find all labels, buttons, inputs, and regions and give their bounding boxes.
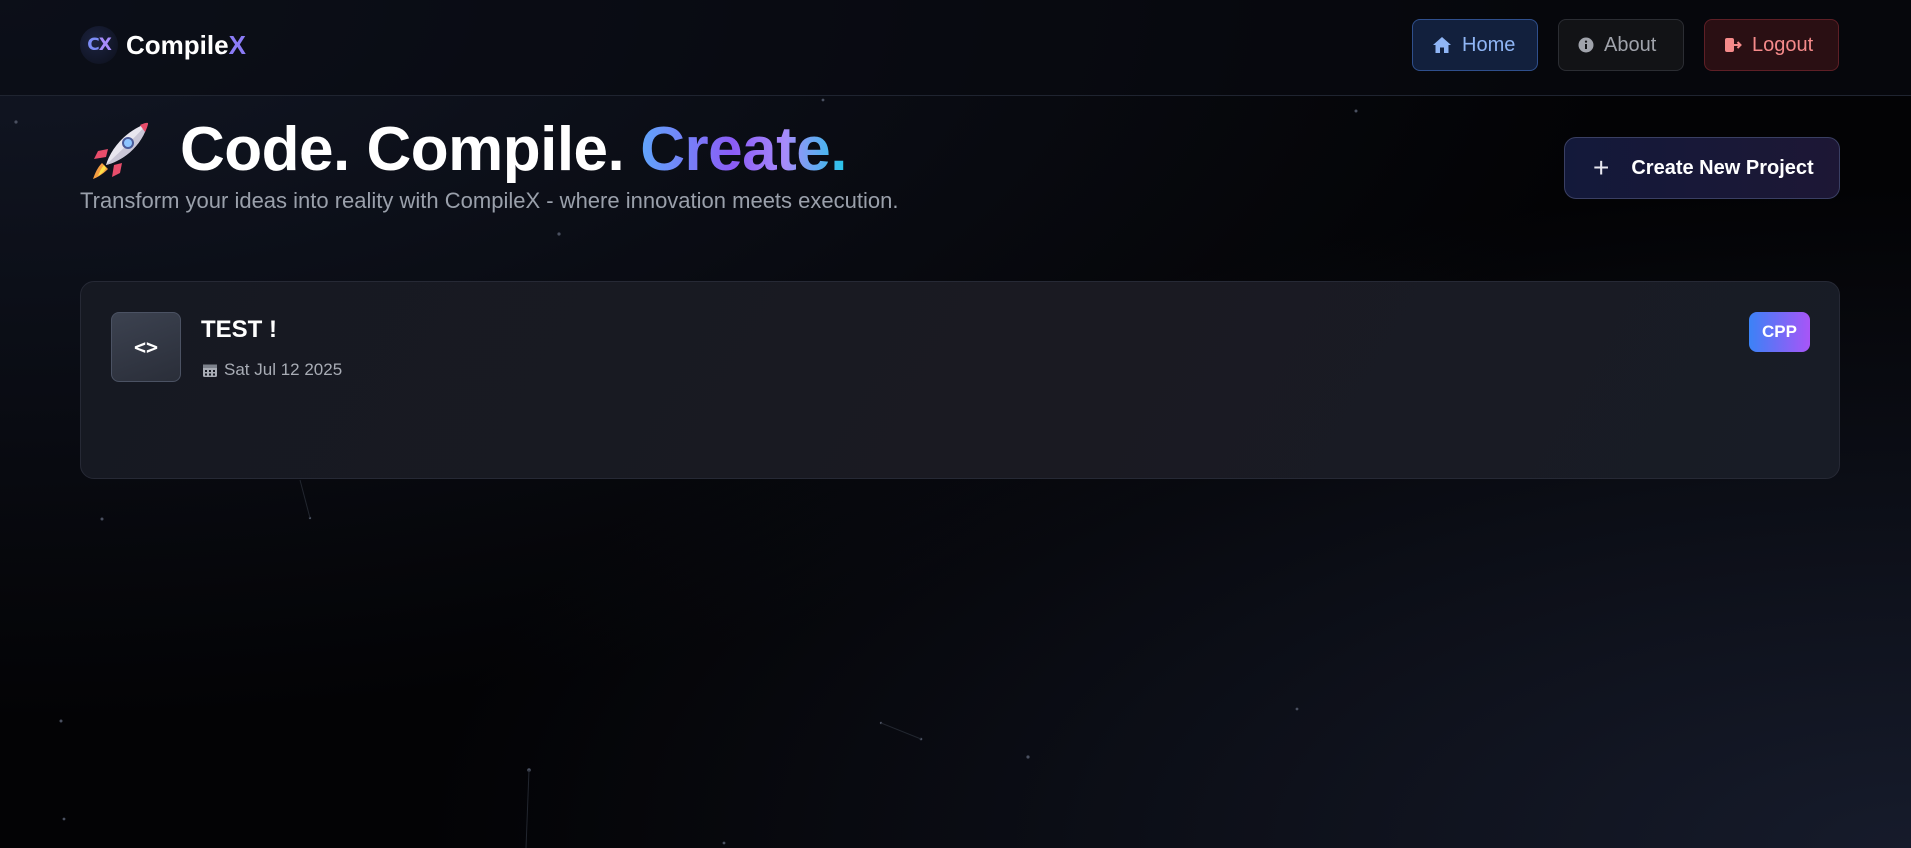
- project-date: Sat Jul 12 2025: [202, 360, 342, 380]
- nav-home-button[interactable]: Home: [1412, 19, 1538, 71]
- project-card[interactable]: <> TEST ! Sat Jul 12 2025 CPP: [80, 281, 1840, 479]
- logout-icon: [1725, 38, 1742, 52]
- hero-subtitle: Transform your ideas into reality with C…: [80, 188, 899, 213]
- nav-about-button[interactable]: About: [1558, 19, 1684, 71]
- plus-icon: +: [1593, 152, 1610, 183]
- project-date-text: Sat Jul 12 2025: [224, 360, 343, 379]
- rocket-icon: [93, 122, 148, 179]
- brand-name: CompileX: [126, 29, 246, 60]
- compilex-logo-icon: CX: [80, 26, 118, 64]
- brand-logo-link[interactable]: CX CompileX: [80, 26, 246, 64]
- main-nav: Home About Logout: [1412, 19, 1839, 71]
- hero-title-accent: Create.: [640, 115, 847, 184]
- nav-logout-label: Logout: [1752, 33, 1814, 56]
- nav-home-label: Home: [1462, 33, 1516, 56]
- project-title: TEST !: [201, 316, 277, 343]
- top-navbar: CX CompileX Home About Logout: [0, 0, 1911, 96]
- create-new-project-button[interactable]: + Create New Project: [1564, 137, 1840, 199]
- nav-about-label: About: [1604, 33, 1657, 56]
- code-icon: <>: [111, 312, 181, 382]
- home-icon: [1433, 37, 1451, 53]
- hero-title: Code. Compile. Create.: [88, 114, 847, 185]
- calendar-icon: [203, 364, 217, 377]
- nav-logout-button[interactable]: Logout: [1704, 19, 1839, 71]
- create-new-project-label: Create New Project: [1631, 156, 1814, 179]
- hero-title-main: Code. Compile.: [180, 115, 625, 184]
- info-icon: [1578, 37, 1594, 53]
- language-badge: CPP: [1749, 312, 1810, 352]
